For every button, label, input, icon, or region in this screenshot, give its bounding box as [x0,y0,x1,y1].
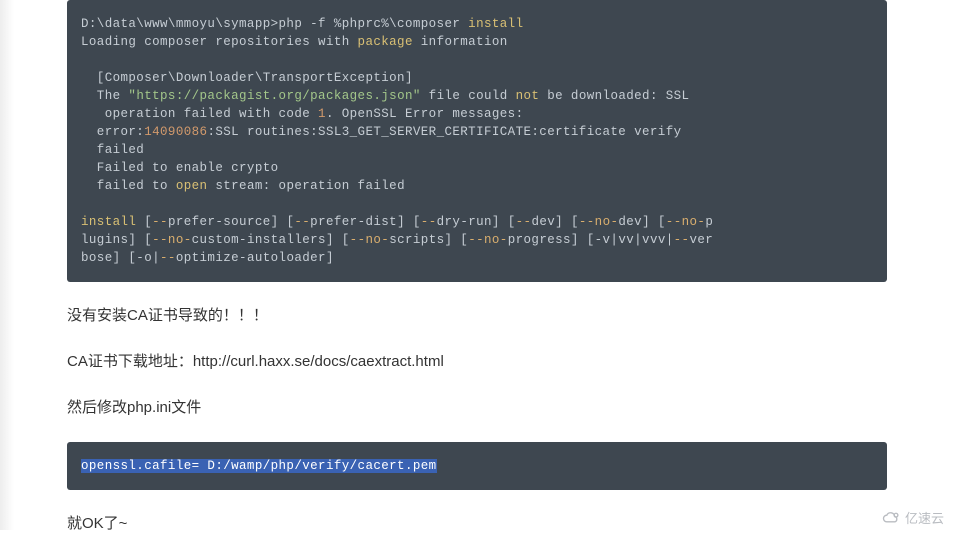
code-line: bose] [-o| [81,251,160,265]
code-string: "https://packagist.org/packages.json" [128,89,420,103]
code-line: be downloaded: SSL [539,89,689,103]
code-line: [ [136,215,152,229]
code-block-composer-error[interactable]: D:\data\www\mmoyu\symapp>php -f %phprc%\… [67,0,887,282]
code-flag: -- [294,215,310,229]
code-line: Loading composer repositories with [81,35,358,49]
code-line: Failed to enable crypto [81,161,279,175]
code-line: stream: operation failed [207,179,405,193]
paragraph-ca-download-url: CA证书下载地址：http://curl.haxx.se/docs/caextr… [67,350,887,374]
code-line: progress] [-v|vv|vvv| [508,233,674,247]
code-line: ver [689,233,713,247]
code-flag: -- [674,233,690,247]
code-number: 1 [318,107,326,121]
cloud-icon [881,511,901,525]
code-line: scripts] [ [389,233,468,247]
code-line: failed [81,143,144,157]
code-line: prefer-dist] [ [310,215,421,229]
code-flag: --no- [468,233,508,247]
paragraph-ca-cert-missing: 没有安装CA证书导致的！！！ [67,304,887,328]
code-line: lugins] [ [81,233,152,247]
code-line: p [705,215,713,229]
code-line: file could [421,89,516,103]
watermark: 亿速云 [881,508,944,527]
code-line: dev] [ [531,215,578,229]
code-block-openssl-config[interactable]: openssl.cafile= D:/wamp/php/verify/cacer… [67,442,887,490]
code-line: custom-installers] [ [192,233,350,247]
code-keyword: install [81,215,136,229]
code-line: The [81,89,128,103]
code-flag: -- [152,215,168,229]
paragraph-ok: 就OK了~ [67,512,887,536]
code-keyword: package [358,35,413,49]
code-flag: --no- [152,233,192,247]
code-flag: --no- [350,233,390,247]
code-line: failed to [81,179,176,193]
code-flag: -- [160,251,176,265]
code-line: prefer-source] [ [168,215,294,229]
code-keyword: open [176,179,208,193]
code-line-selected: openssl.cafile= D:/wamp/php/verify/cacer… [81,459,437,473]
code-flag: --no- [666,215,706,229]
code-line: information [413,35,508,49]
code-flag: -- [421,215,437,229]
code-flag: -- [516,215,532,229]
code-line: dry-run] [ [437,215,516,229]
code-number: 14090086 [144,125,207,139]
code-line: error: [81,125,144,139]
code-line: optimize-autoloader] [176,251,334,265]
code-line: :SSL routines:SSL3_GET_SERVER_CERTIFICAT… [207,125,681,139]
code-line: operation failed with code [81,107,318,121]
code-line: . OpenSSL Error messages: [326,107,524,121]
code-keyword: not [516,89,540,103]
code-flag: --no- [579,215,619,229]
code-line: dev] [ [618,215,665,229]
watermark-text: 亿速云 [905,508,944,527]
code-line: D:\data\www\mmoyu\symapp>php -f %phprc%\… [81,17,468,31]
code-line: [Composer\Downloader\TransportException] [81,71,413,85]
paragraph-modify-phpini: 然后修改php.ini文件 [67,396,887,420]
code-keyword: install [468,17,523,31]
